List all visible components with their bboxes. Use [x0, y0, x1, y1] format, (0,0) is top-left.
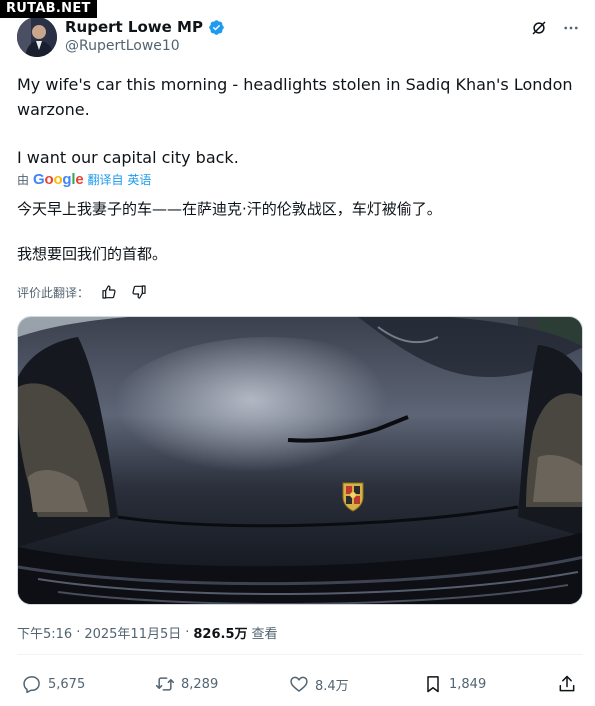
bookmark-count: 1,849	[449, 676, 487, 692]
google-logo: Google	[33, 171, 84, 188]
translation-line-2: 我想要回我们的首都。	[17, 245, 168, 263]
action-bar: 5,675 8,289 8.4万 1,849	[17, 671, 583, 697]
thumbs-up-icon[interactable]	[99, 282, 119, 302]
reply-count: 5,675	[48, 676, 86, 692]
translated-by-prefix: 由	[17, 173, 30, 187]
tweet-text-line-2: I want our capital city back.	[17, 148, 239, 167]
repost-button[interactable]: 8,289	[155, 671, 218, 697]
repost-icon	[155, 677, 175, 691]
watermark: RUTAB.NET	[0, 0, 97, 18]
tweet-photo[interactable]	[17, 316, 583, 605]
verified-badge-icon	[208, 19, 225, 36]
bookmark-button[interactable]: 1,849	[423, 671, 486, 697]
translation-text: 今天早上我妻子的车——在萨迪克·汗的伦敦战区，车灯被偷了。 我想要回我们的首都。	[17, 197, 577, 267]
translation-line-1: 今天早上我妻子的车——在萨迪克·汗的伦敦战区，车灯被偷了。	[17, 200, 442, 218]
tweet-time[interactable]: 下午5:16	[17, 623, 72, 642]
repost-count: 8,289	[181, 676, 219, 692]
author-handle[interactable]: @RupertLowe10	[65, 38, 180, 54]
tweet-date[interactable]: 2025年11月5日	[84, 623, 181, 642]
author-display-name[interactable]: Rupert Lowe MP	[65, 18, 203, 36]
rate-translation-label: 评价此翻译：	[17, 285, 90, 300]
more-icon[interactable]	[561, 18, 581, 38]
tweet-text: My wife's car this morning - headlights …	[17, 72, 577, 170]
avatar[interactable]	[17, 17, 57, 57]
reply-button[interactable]: 5,675	[22, 671, 85, 697]
car-hood-photo	[18, 317, 582, 604]
reply-icon	[23, 676, 40, 694]
avatar-image	[17, 17, 57, 57]
grok-icon[interactable]	[529, 18, 549, 38]
like-icon	[290, 676, 308, 692]
views-count: 826.5万	[193, 627, 248, 642]
bookmark-icon	[427, 676, 439, 693]
meta-separator-2: ·	[185, 625, 190, 640]
like-count: 8.4万	[315, 678, 349, 694]
translated-from-link[interactable]: 翻译自 英语	[88, 171, 152, 188]
thumbs-down-icon[interactable]	[129, 282, 149, 302]
views-label: 查看	[251, 627, 278, 642]
translated-by-bar: 由 Google 翻译自 英语	[17, 171, 151, 188]
share-icon	[559, 675, 575, 692]
meta-separator: ·	[76, 625, 81, 640]
tweet-text-line-1: My wife's car this morning - headlights …	[17, 75, 573, 119]
like-button[interactable]: 8.4万	[289, 671, 349, 697]
rate-translation-row: 评价此翻译：	[17, 282, 149, 302]
tweet-meta: 下午5:16 · 2025年11月5日 · 826.5万 查看	[17, 623, 278, 642]
divider	[17, 654, 583, 655]
share-button[interactable]	[557, 671, 577, 697]
